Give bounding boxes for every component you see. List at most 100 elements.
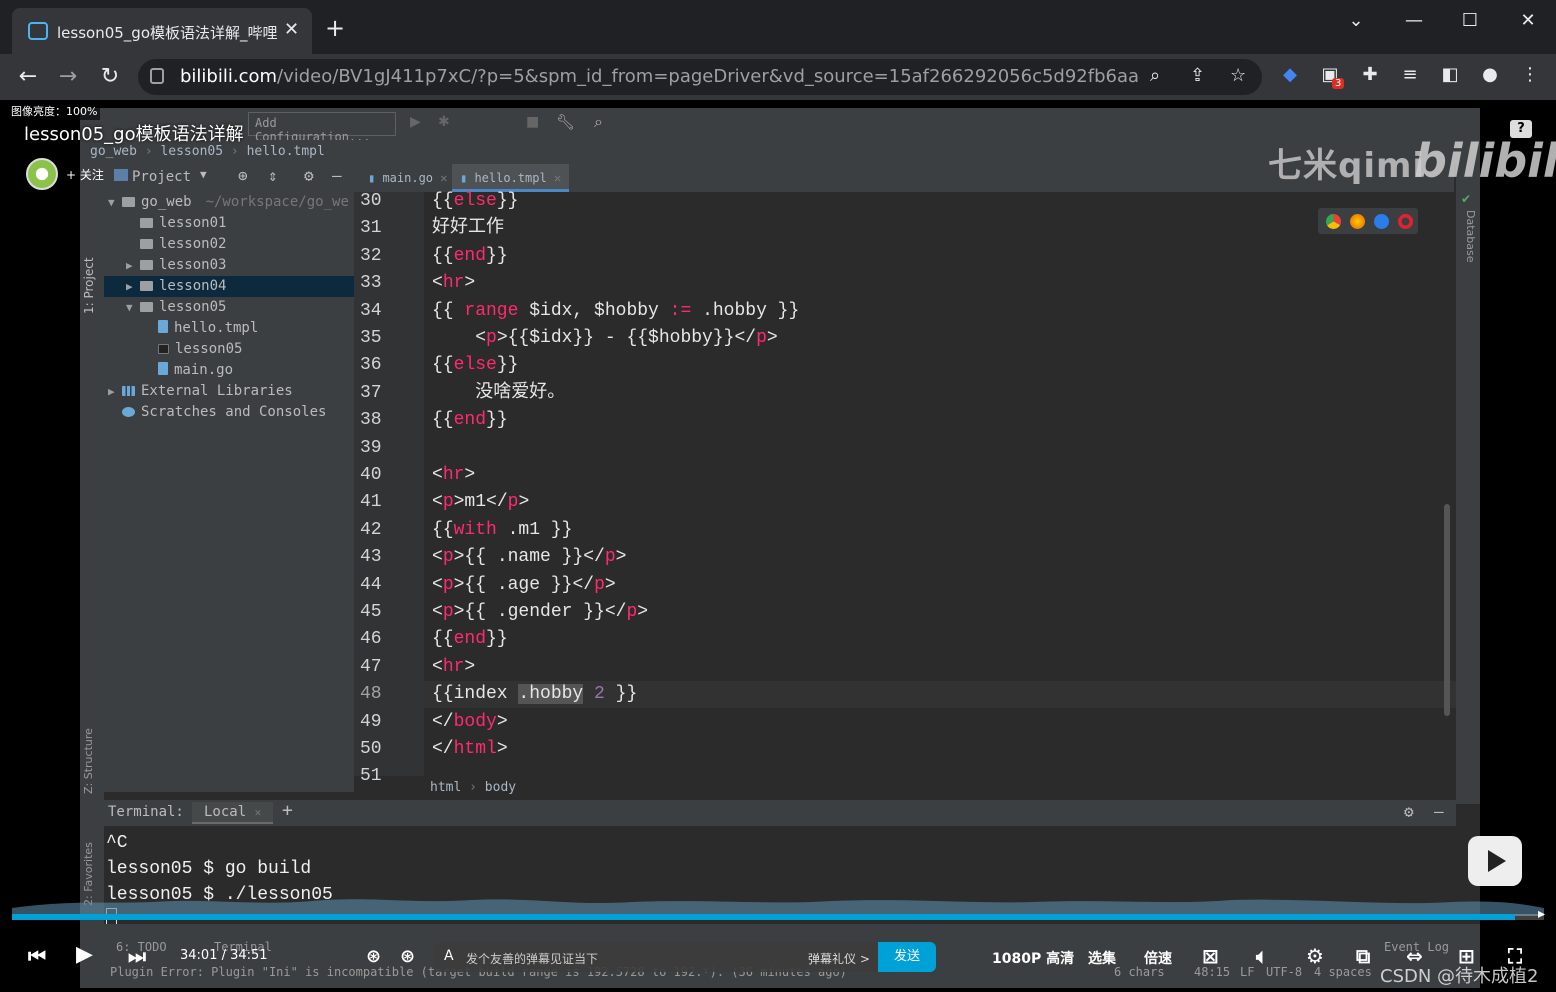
tree-item[interactable]: main.go (144, 360, 233, 381)
code-line[interactable]: <hr> (432, 270, 475, 297)
subtitle-off-icon[interactable]: ⊠ (1202, 944, 1219, 968)
code-editor[interactable]: {{else}} 好好工作 {{end}} <hr>{{ range $idx, $h… (424, 191, 1456, 776)
code-line[interactable]: {{ range $idx, $hobby := .hobby }} (432, 298, 799, 325)
chrome-icon[interactable] (1326, 214, 1341, 229)
code-line[interactable]: <p>m1</p> (432, 489, 529, 516)
tree-item[interactable]: lesson01 (126, 213, 226, 234)
play-icon[interactable]: ▶ (76, 942, 93, 967)
terminal-gear-icon[interactable]: ⚙ (1404, 802, 1414, 821)
close-window-button[interactable]: ✕ (1508, 10, 1548, 31)
code-line[interactable]: {{end}} (432, 626, 508, 653)
volume-icon[interactable]: 🔈︎ (1256, 944, 1268, 968)
expand-arrow-icon[interactable]: ▼ (108, 192, 122, 213)
extensions-puzzle-icon[interactable]: ✚ (1356, 64, 1384, 85)
bookmark-star-icon[interactable]: ☆ (1230, 65, 1246, 86)
code-line[interactable]: {{index .hobby 2 }} (424, 681, 1456, 709)
expand-arrow-icon[interactable]: ▶ (126, 255, 140, 276)
profile-avatar-icon[interactable]: ● (1476, 64, 1504, 85)
back-button[interactable]: ← (12, 64, 44, 89)
forward-button[interactable]: → (52, 64, 84, 89)
run-icon[interactable]: ▶ (410, 114, 421, 130)
expand-arrow-icon[interactable]: ▼ (126, 297, 140, 318)
previous-icon[interactable]: ⏮ (28, 944, 46, 968)
lock-icon[interactable] (150, 68, 164, 84)
opera-icon[interactable] (1398, 214, 1413, 229)
pip-icon[interactable]: ⧉ (1356, 944, 1370, 968)
expand-arrow-icon[interactable]: ▶ (126, 276, 140, 297)
gear-icon[interactable]: ⚙ (304, 166, 314, 185)
code-line[interactable]: </html> (432, 736, 508, 763)
extension-diamond-icon[interactable]: ◆ (1276, 64, 1304, 85)
editor-breadcrumb-body[interactable]: body (485, 780, 516, 795)
episodes-button[interactable]: 选集 (1088, 948, 1116, 968)
tab-close-icon[interactable]: ✕ (284, 19, 299, 40)
code-line[interactable]: {{with .m1 }} (432, 517, 572, 544)
new-tab-button[interactable]: + (325, 14, 345, 42)
collapse-all-icon[interactable]: ⇕ (268, 166, 278, 185)
reload-button[interactable]: ↻ (94, 64, 126, 89)
tree-item[interactable]: lesson02 (126, 234, 226, 255)
follow-button[interactable]: + 关注 (66, 166, 104, 183)
side-panel-icon[interactable]: ◧ (1436, 64, 1464, 85)
tree-item[interactable]: ▶ lesson03 (126, 255, 226, 276)
code-line[interactable]: <p>{{ .age }}</p> (432, 572, 616, 599)
tree-item[interactable]: ▶ lesson04 (104, 276, 354, 297)
tab-search-chevron-icon[interactable]: ⌄ (1336, 10, 1376, 31)
editor-scrollbar[interactable] (1444, 504, 1450, 716)
speed-button[interactable]: 倍速 (1144, 948, 1172, 968)
danmaku-toggle-icon[interactable]: ⊛ (366, 946, 381, 967)
share-icon[interactable]: ⇪ (1190, 65, 1205, 86)
code-line[interactable]: {{else}} (432, 188, 518, 215)
locate-target-icon[interactable]: ⊕ (238, 166, 248, 185)
progress-bar[interactable]: ▸ (12, 906, 1545, 922)
uploader-avatar[interactable] (26, 158, 58, 190)
chevron-down-icon[interactable]: ▼ (200, 168, 207, 181)
tree-item[interactable]: ▼ go_web ~/workspace/go_we (108, 192, 349, 213)
settings-gear-icon[interactable]: ⚙ (1306, 944, 1324, 968)
terminal-tab-local[interactable]: Local ✕ (192, 802, 274, 824)
safari-icon[interactable] (1374, 214, 1389, 229)
browser-tab-active[interactable]: lesson05_go模板语法详解_哔哩 ✕ (12, 8, 312, 54)
zoom-icon[interactable]: ⌕ (1150, 65, 1160, 86)
firefox-icon[interactable] (1350, 214, 1365, 229)
code-line[interactable]: {{end}} (432, 407, 508, 434)
danmaku-input[interactable]: A 发个友善的弹幕见证当下 弹幕礼仪 > (434, 942, 934, 972)
bilibili-tv-play-icon[interactable] (1468, 836, 1522, 886)
breadcrumb-hello-tmpl[interactable]: hello.tmpl (247, 144, 325, 159)
minimize-button[interactable]: — (1394, 10, 1434, 31)
code-line[interactable]: {{end}} (432, 243, 508, 270)
maximize-button[interactable]: ☐ (1450, 10, 1490, 31)
browser-menu-icon[interactable]: ⋮ (1516, 64, 1544, 85)
tree-item[interactable]: Scratches and Consoles (108, 402, 326, 423)
hide-panel-icon[interactable]: — (332, 166, 342, 185)
next-icon[interactable]: ⏭ (128, 944, 146, 968)
address-bar[interactable]: bilibili.com/video/BV1gJ411p7xC/?p=5&spm… (138, 59, 1262, 95)
send-danmaku-button[interactable]: 发送 (878, 942, 936, 972)
code-line[interactable]: <hr> (432, 462, 475, 489)
code-line[interactable]: 好好工作 (432, 215, 504, 242)
code-line[interactable]: <p>{{ .name }}</p> (432, 544, 626, 571)
project-tool-tab[interactable]: 1: Project (82, 254, 102, 314)
new-terminal-tab-button[interactable]: + (282, 800, 293, 821)
project-view-dropdown[interactable]: Project (132, 169, 191, 185)
code-line[interactable]: <hr> (432, 654, 475, 681)
tree-item[interactable]: ▶ External Libraries (108, 381, 293, 402)
breadcrumb-lesson05[interactable]: lesson05 (160, 144, 223, 159)
tree-item[interactable]: ▼ lesson05 (126, 297, 226, 318)
danmaku-style-icon[interactable]: A (444, 948, 454, 964)
breadcrumb-go-web[interactable]: go_web (90, 144, 137, 159)
danmaku-etiquette-link[interactable]: 弹幕礼仪 > (808, 950, 870, 967)
code-line[interactable]: <p>{{$idx}} - {{$hobby}}</p> (432, 325, 778, 352)
reading-list-icon[interactable]: ≡ (1396, 64, 1424, 85)
tree-item[interactable]: lesson05 (144, 339, 242, 360)
code-line[interactable]: </body> (432, 709, 508, 736)
help-icon[interactable]: ? (1510, 120, 1532, 138)
database-tool-tab[interactable]: Database (1459, 210, 1477, 290)
debug-icon[interactable]: ✱ (438, 114, 450, 130)
tree-item[interactable]: hello.tmpl (144, 318, 258, 339)
structure-tool-tab[interactable]: Z: Structure (82, 704, 102, 794)
add-configuration-button[interactable]: Add Configuration... (248, 112, 396, 144)
code-line[interactable]: {{else}} (432, 352, 518, 379)
expand-arrow-icon[interactable]: ▶ (108, 381, 122, 402)
quality-selector[interactable]: 1080P 高清 (992, 948, 1074, 968)
